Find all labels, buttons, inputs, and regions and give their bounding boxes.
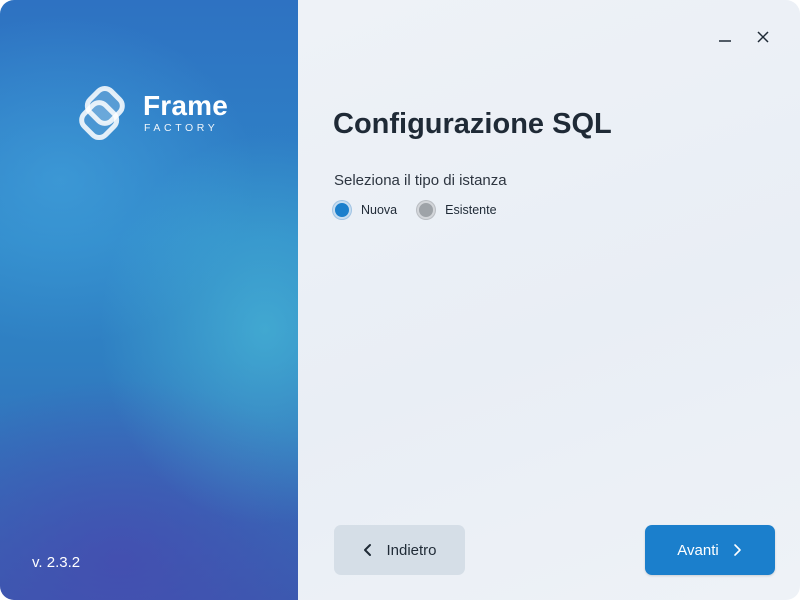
back-button[interactable]: Indietro (334, 525, 465, 575)
brand-subtitle: FACTORY (144, 122, 219, 135)
chevron-left-icon (364, 544, 372, 556)
minimize-button[interactable] (706, 22, 744, 52)
instance-type-radio-group: Nuova Esistente (333, 201, 517, 219)
content-panel: Configurazione SQL Seleziona il tipo di … (298, 0, 800, 600)
frame-factory-logo-icon (79, 85, 125, 141)
logo-wordmark: Frame FACTORY (143, 92, 228, 134)
close-button[interactable] (744, 22, 782, 52)
radio-option-nuova[interactable]: Nuova (333, 201, 397, 219)
close-icon (757, 31, 769, 43)
radio-label-nuova: Nuova (361, 203, 398, 217)
installer-window: Frame FACTORY v. 2.3.2 Configurazione SQ… (0, 0, 800, 600)
back-button-label: Indietro (386, 541, 437, 559)
page-title: Configurazione SQL (333, 108, 612, 140)
radio-unselected-indicator[interactable] (417, 201, 436, 219)
minimize-icon (719, 40, 731, 42)
radio-option-esistente[interactable]: Esistente (417, 201, 497, 219)
radio-label-esistente: Esistente (445, 203, 497, 217)
app-logo: Frame FACTORY (67, 78, 228, 148)
radio-selected-indicator[interactable] (333, 201, 351, 219)
branding-panel: Frame FACTORY v. 2.3.2 (0, 0, 298, 600)
version-label: v. 2.3.2 (32, 554, 81, 571)
chevron-right-icon (733, 544, 741, 556)
window-controls (706, 22, 782, 52)
brand-name: Frame (143, 90, 229, 122)
next-button-label: Avanti (677, 541, 719, 559)
instance-type-label: Seleziona il tipo di istanza (334, 172, 507, 189)
next-button[interactable]: Avanti (645, 525, 775, 575)
